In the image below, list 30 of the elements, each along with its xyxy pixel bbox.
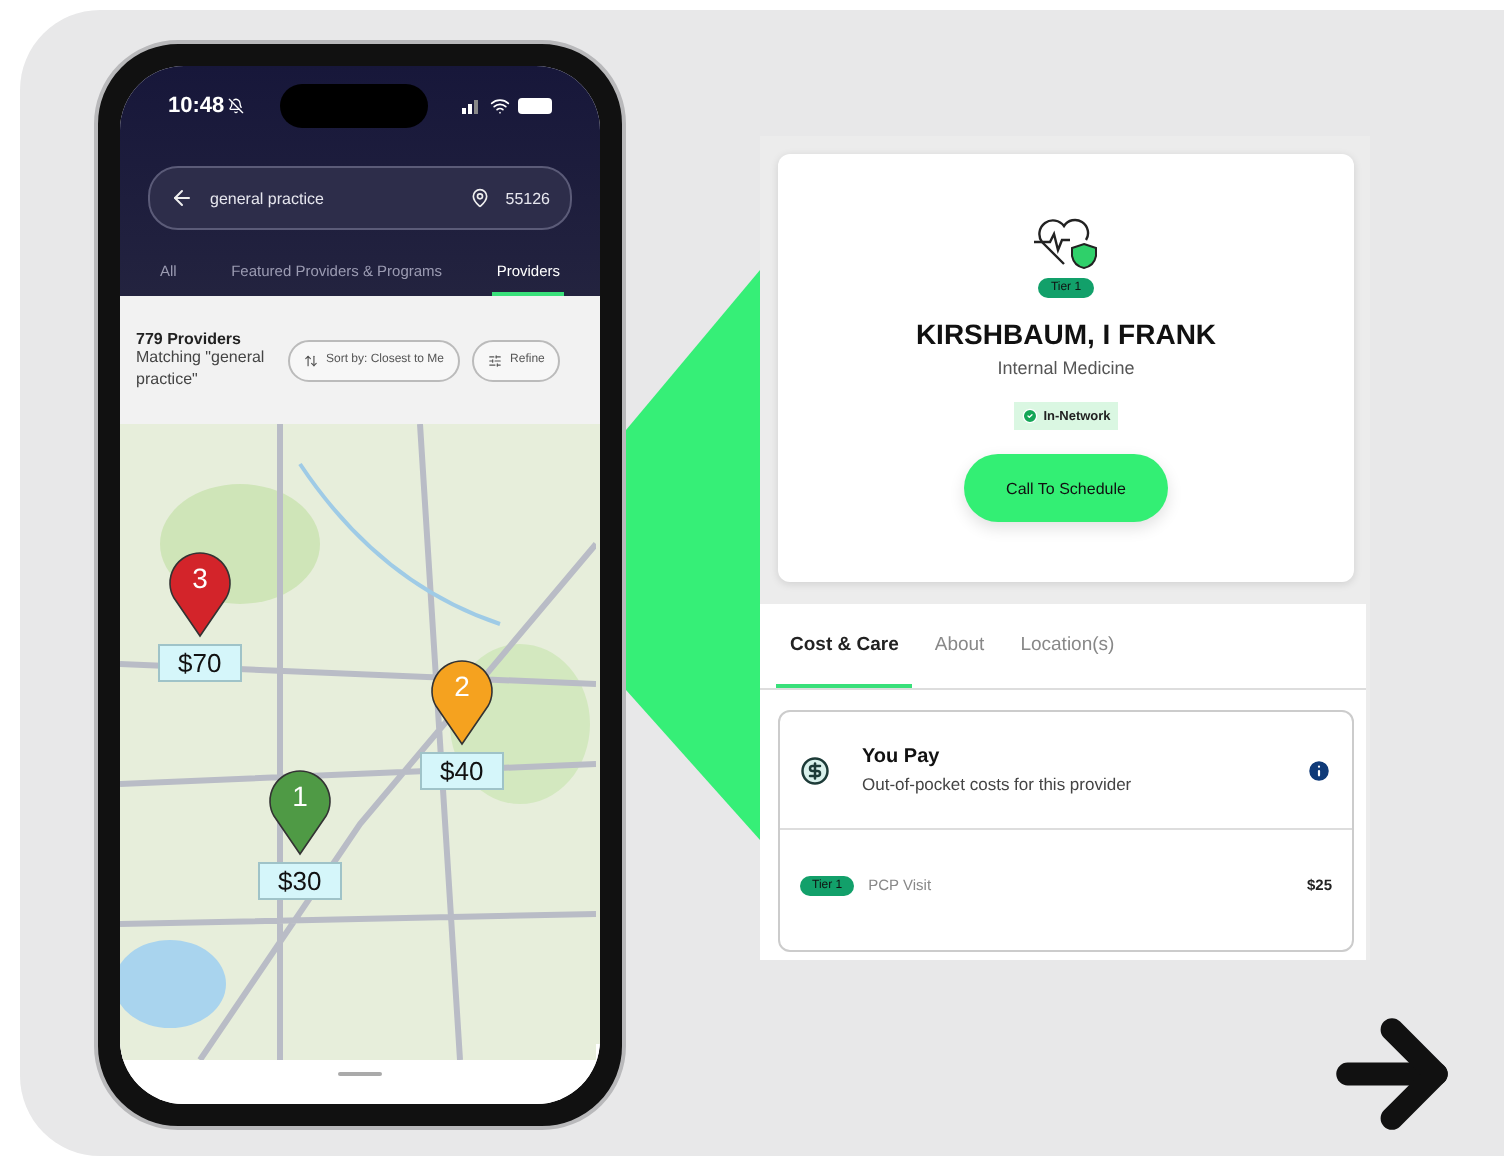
sort-icon [304,353,318,367]
status-time: 10:48 [168,94,225,118]
provider-name: KIRSHBAUM, I FRANK [915,318,1217,350]
detail-tab[interactable]: About [920,604,999,688]
price-label: $70 [158,644,242,682]
search-text: general practice [210,189,326,207]
price-label: $40 [420,752,504,790]
location-pin-icon [469,188,490,208]
provider-specialty: Internal Medicine [997,358,1135,378]
search-field[interactable]: general practice 55126 [148,166,572,230]
results-query: Matching "general practice" [136,348,267,390]
zip-code[interactable]: 55126 [505,189,550,207]
home-indicator [338,1072,382,1076]
results-count: 779 Providers [136,330,243,349]
heart-shield-icon [1032,214,1100,270]
info-icon[interactable] [1306,757,1332,783]
map-pin-icon[interactable]: 3 [165,546,234,638]
wifi-icon [489,96,510,116]
signal-icon [461,98,482,114]
battery-icon [517,98,552,114]
cost-title: You Pay [862,746,942,768]
detail-tab[interactable]: Location(s) [1006,604,1129,688]
dollar-icon [800,755,830,785]
cost-subtitle: Out-of-pocket costs for this provider [862,774,1134,794]
call-to-schedule-button[interactable]: Call To Schedule [964,454,1168,522]
bell-off-icon [228,98,245,114]
filter-icon [488,353,503,367]
price-label: $30 [258,862,342,900]
back-arrow-icon[interactable] [170,186,194,210]
check-icon [1021,408,1038,424]
